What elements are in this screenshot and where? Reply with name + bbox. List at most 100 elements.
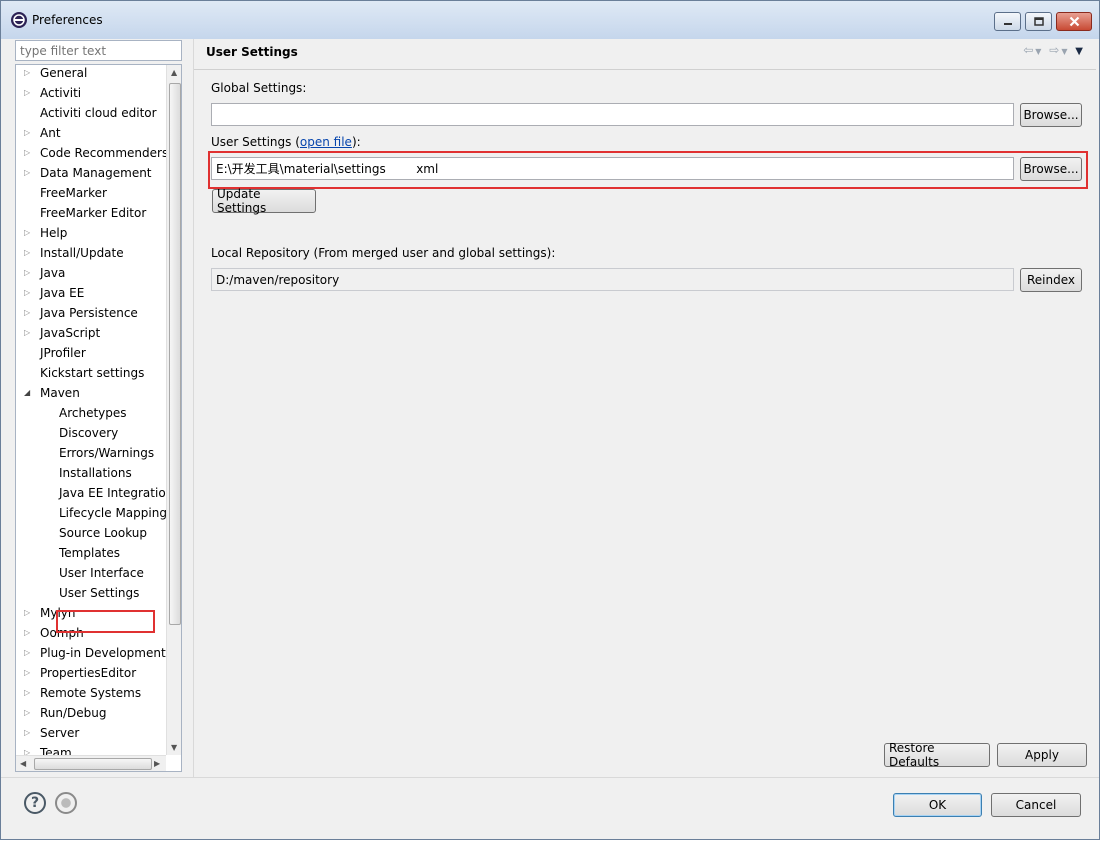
tree-item-label: Data Management xyxy=(40,166,152,180)
collapsed-arrow-icon[interactable]: ▷ xyxy=(24,263,32,283)
collapsed-arrow-icon[interactable]: ▷ xyxy=(24,65,32,83)
tree-item-label: Kickstart settings xyxy=(40,366,145,380)
restore-defaults-button[interactable]: Restore Defaults xyxy=(884,741,990,769)
minimize-icon xyxy=(1003,22,1012,25)
h-scroll-thumb[interactable] xyxy=(34,758,152,770)
dialog-footer: ? OK Cancel xyxy=(1,777,1099,839)
scroll-up-icon[interactable]: ▲ xyxy=(171,68,177,77)
reindex-button[interactable]: Reindex xyxy=(1020,268,1082,292)
global-settings-input[interactable] xyxy=(211,103,1014,126)
user-settings-label-suffix: ): xyxy=(351,135,361,149)
tree-item-label: Java EE xyxy=(40,286,85,300)
tree-item-label: Team xyxy=(40,746,72,755)
preference-page: User Settings ⇦▼ ⇨▼ ▼ Global Settings: B… xyxy=(193,39,1096,777)
collapsed-arrow-icon[interactable]: ▷ xyxy=(24,663,32,683)
forward-arrow-icon[interactable]: ⇨ xyxy=(1049,43,1061,57)
collapsed-arrow-icon[interactable]: ▷ xyxy=(24,143,32,163)
tree-item-label: Remote Systems xyxy=(40,686,142,700)
tree-item-label: User Settings xyxy=(59,586,140,600)
tree-item-label: Activiti xyxy=(40,86,82,100)
title-divider xyxy=(194,69,1096,70)
title-bar: Preferences xyxy=(1,1,1099,39)
tree-item-label: Java EE Integration xyxy=(59,486,166,500)
collapsed-arrow-icon[interactable]: ▷ xyxy=(24,303,32,323)
help-icon[interactable]: ? xyxy=(24,792,46,814)
collapsed-arrow-icon[interactable]: ▷ xyxy=(24,723,32,743)
tree-item-label: Lifecycle Mapping xyxy=(59,506,166,520)
page-title: User Settings xyxy=(206,45,298,59)
preference-tree: ▷ General ▷ Activiti Activiti cloud editor ▷ A… xyxy=(15,64,182,772)
tree-item-label: FreeMarker xyxy=(40,186,107,200)
preferences-window: Preferences ▷ General ▷ Activiti Activiti cl… xyxy=(0,0,1100,840)
eclipse-icon xyxy=(11,12,27,28)
tree-item-label: JavaScript xyxy=(40,326,101,340)
collapsed-arrow-icon[interactable]: ▷ xyxy=(24,643,32,663)
collapsed-arrow-icon[interactable]: ▷ xyxy=(24,223,32,243)
tree-item-label: Errors/Warnings xyxy=(59,446,155,460)
user-settings-label-text: User Settings ( xyxy=(211,135,300,149)
collapsed-arrow-icon[interactable]: ▷ xyxy=(24,703,32,723)
scroll-left-icon[interactable]: ◀ xyxy=(20,759,26,768)
tree-item-label: Run/Debug xyxy=(40,706,107,720)
local-repository-input[interactable] xyxy=(211,268,1014,291)
forward-menu-icon[interactable]: ▼ xyxy=(1061,47,1069,56)
global-browse-button[interactable]: Browse... xyxy=(1020,103,1082,127)
tree-item-label: Activiti cloud editor xyxy=(40,106,157,120)
user-settings-highlight xyxy=(208,151,1088,189)
tree-item-label: Maven xyxy=(40,386,80,400)
tree-horizontal-scrollbar[interactable]: ◀ ▶ xyxy=(16,755,166,771)
tree-item-label: Templates xyxy=(59,546,121,560)
collapsed-arrow-icon[interactable]: ▷ xyxy=(24,83,32,103)
tree-item-label: PropertiesEditor xyxy=(40,666,137,680)
back-arrow-icon[interactable]: ⇦ xyxy=(1023,43,1035,57)
tree-list: ▷ General ▷ Activiti Activiti cloud editor ▷ A… xyxy=(16,65,166,755)
scroll-right-icon[interactable]: ▶ xyxy=(154,759,160,768)
tree-item-label: Code Recommenders xyxy=(40,146,166,160)
collapsed-arrow-icon[interactable]: ▷ xyxy=(24,243,32,263)
update-settings-button[interactable]: Update Settings xyxy=(212,187,316,215)
tree-item-label: JProfiler xyxy=(40,346,86,360)
open-file-link[interactable]: open file xyxy=(300,135,352,149)
filter-input[interactable] xyxy=(15,40,182,61)
view-menu-icon[interactable]: ▼ xyxy=(1075,46,1085,57)
close-button[interactable] xyxy=(1056,12,1092,31)
expanded-arrow-icon[interactable]: ◢ xyxy=(24,383,32,403)
collapsed-arrow-icon[interactable]: ▷ xyxy=(24,623,32,643)
collapsed-arrow-icon[interactable]: ▷ xyxy=(24,603,32,623)
tree-item-label: Plug-in Development xyxy=(40,646,166,660)
tree-item-label: Installations xyxy=(59,466,132,480)
collapsed-arrow-icon[interactable]: ▷ xyxy=(24,123,32,143)
tree-item-label: Java xyxy=(40,266,66,280)
cancel-button[interactable]: Cancel xyxy=(991,793,1081,817)
collapsed-arrow-icon[interactable]: ▷ xyxy=(24,743,32,755)
page-nav: ⇦▼ ⇨▼ ▼ xyxy=(1023,43,1085,57)
tree-item-label: Server xyxy=(40,726,80,740)
tree-vertical-scrollbar[interactable]: ▲ ▼ xyxy=(166,65,181,755)
tree-item-label: Help xyxy=(40,226,68,240)
collapsed-arrow-icon[interactable]: ▷ xyxy=(24,283,32,303)
back-menu-icon[interactable]: ▼ xyxy=(1035,47,1043,56)
minimize-button[interactable] xyxy=(994,12,1021,31)
tree-item-label: Install/Update xyxy=(40,246,124,260)
preferences-link-icon[interactable] xyxy=(55,792,77,814)
collapsed-arrow-icon[interactable]: ▷ xyxy=(24,683,32,703)
maximize-icon xyxy=(1033,17,1044,26)
apply-button[interactable]: Apply xyxy=(997,743,1087,767)
ok-button[interactable]: OK xyxy=(893,793,982,817)
local-repository-label: Local Repository (From merged user and g… xyxy=(211,246,556,260)
global-settings-label: Global Settings: xyxy=(211,81,307,95)
tree-item-label: General xyxy=(40,66,88,80)
dialog-client: ▷ General ▷ Activiti Activiti cloud editor ▷ A… xyxy=(7,39,1096,777)
close-icon xyxy=(1069,16,1079,27)
maximize-button[interactable] xyxy=(1025,12,1052,31)
window-title: Preferences xyxy=(32,13,103,27)
tree-item-label: Discovery xyxy=(59,426,119,440)
collapsed-arrow-icon[interactable]: ▷ xyxy=(24,163,32,183)
tree-item-label: FreeMarker Editor xyxy=(40,206,147,220)
collapsed-arrow-icon[interactable]: ▷ xyxy=(24,323,32,343)
selected-item-highlight xyxy=(56,610,155,633)
scroll-down-icon[interactable]: ▼ xyxy=(171,743,177,752)
tree-item-label: Ant xyxy=(40,126,61,140)
user-settings-label: User Settings (open file): xyxy=(211,135,361,149)
scroll-thumb[interactable] xyxy=(169,83,181,625)
